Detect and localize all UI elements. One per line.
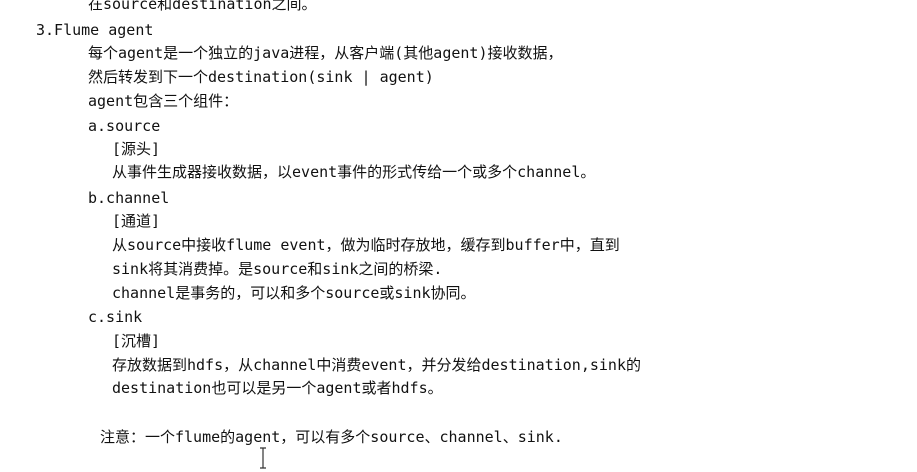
text-line: 每个agent是一个独立的java进程，从客户端(其他agent)接收数据， (88, 44, 563, 62)
text-line: 然后转发到下一个destination(sink | agent) (88, 68, 434, 86)
text-line: destination也可以是另一个agent或者hdfs。 (112, 379, 443, 397)
section-heading: 3.Flume agent (36, 21, 154, 39)
text-line: 从事件生成器接收数据，以event事件的形式传给一个或多个channel。 (112, 163, 596, 181)
text-line: channel是事务的，可以和多个source或sink协同。 (112, 284, 476, 302)
text-line: [沉槽] (112, 332, 161, 350)
text-line: sink将其消费掉。是source和sink之间的桥梁. (112, 260, 443, 278)
document-page[interactable]: 在source和destination之间。 3.Flume agent 每个a… (0, 0, 917, 472)
text-line: 从source中接收flume event，做为临时存放地，缓存到buffer中… (112, 236, 620, 254)
text-line: [通道] (112, 212, 161, 230)
subsection-heading: c.sink (88, 308, 143, 326)
text-line: 存放数据到hdfs，从channel中消费event，并分发给destinati… (112, 356, 641, 374)
text-line: [源头] (112, 140, 161, 158)
subsection-heading: b.channel (88, 189, 170, 207)
text-line: 在source和destination之间。 (88, 0, 317, 13)
note-line: 注意：一个flume的agent，可以有多个source、channel、sin… (100, 428, 563, 446)
text-line: agent包含三个组件： (88, 92, 239, 110)
text-cursor-icon (260, 447, 266, 469)
subsection-heading: a.source (88, 117, 161, 135)
